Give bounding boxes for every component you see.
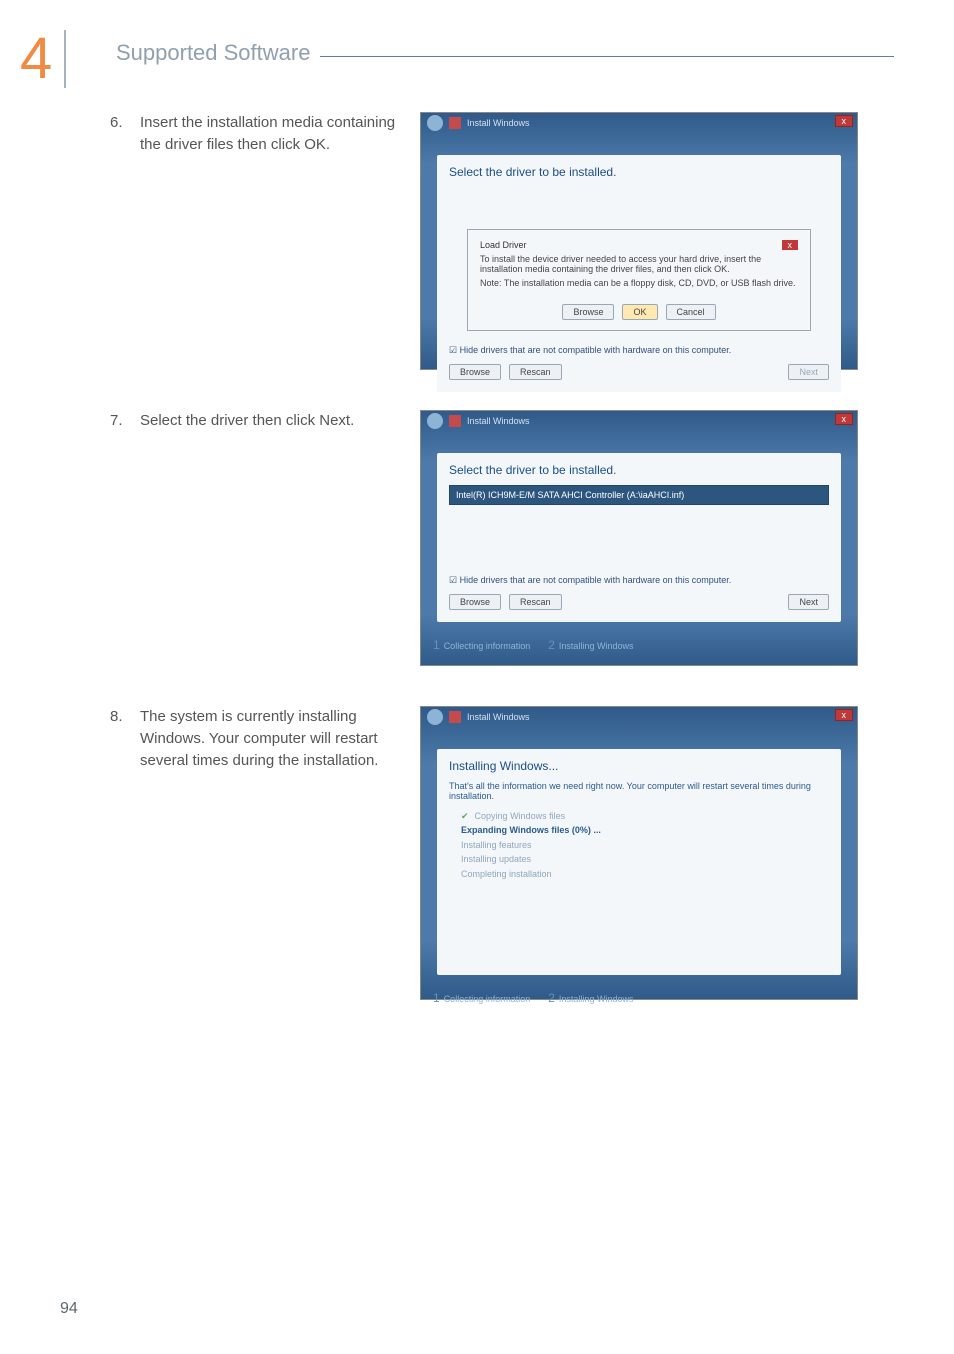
screenshot-step-6: Install Windows x Select the driver to b… [420,112,858,370]
footer-step1-8: Collecting information [444,994,531,1004]
window-titlebar-8: Install Windows x [421,707,857,727]
step-7-body: Select the driver then click Next. [140,410,400,432]
step-8: 8. The system is currently installing Wi… [110,706,894,1000]
app-icon [449,415,461,427]
panel-title-6: Select the driver to be installed. [449,165,829,179]
step-6-text: 6. Insert the installation media contain… [110,112,400,156]
back-icon [427,413,443,429]
wizard-footer-7: 1Collecting information 2Installing Wind… [421,634,857,658]
installing-subtitle: That's all the information we need right… [449,781,829,801]
step-8-number: 8. [110,706,128,771]
popup-line1: To install the device driver needed to a… [480,254,798,274]
section-divider [320,56,894,57]
main-panel-6: Select the driver to be installed. Load … [437,155,841,392]
footer-step1-7: Collecting information [444,641,531,651]
window-title-7: Install Windows [467,416,530,426]
progress-list: Copying Windows files Expanding Windows … [461,809,829,881]
driver-list-item[interactable]: Intel(R) ICH9M-E/M SATA AHCI Controller … [449,485,829,505]
step-8-text: 8. The system is currently installing Wi… [110,706,400,771]
page-number: 94 [60,1300,78,1318]
popup-title: Load Driver [480,240,527,250]
progress-features: Installing features [461,838,829,852]
close-icon[interactable]: x [835,709,854,721]
close-icon[interactable]: x [835,115,854,127]
progress-expanding: Expanding Windows files (0%) ... [461,823,829,837]
window-titlebar-7: Install Windows x [421,411,857,431]
section-title: Supported Software [116,40,310,66]
panel-title-7: Select the driver to be installed. [449,463,829,477]
screenshot-step-7: Install Windows x Select the driver to b… [420,410,858,666]
rescan-button-7[interactable]: Rescan [509,594,562,610]
window-title-8: Install Windows [467,712,530,722]
step-6-body: Insert the installation media containing… [140,112,400,156]
hide-drivers-checkbox-6[interactable]: ☑ Hide drivers that are not compatible w… [449,345,829,356]
rescan-button-6[interactable]: Rescan [509,364,562,380]
section-header: Supported Software [116,40,894,66]
popup-cancel-button[interactable]: Cancel [666,304,716,320]
step-7: 7. Select the driver then click Next. In… [110,410,894,666]
popup-ok-button[interactable]: OK [622,304,657,320]
popup-browse-button[interactable]: Browse [562,304,614,320]
window-titlebar-6: Install Windows x [421,113,857,133]
progress-updates: Installing updates [461,852,829,866]
step-6: 6. Insert the installation media contain… [110,112,894,370]
wizard-footer-8: 1Collecting information 2Installing Wind… [421,987,857,1011]
step-6-number: 6. [110,112,128,156]
footer-step2-8: Installing Windows [559,994,634,1004]
screenshot-step-8: Install Windows x Installing Windows... … [420,706,858,1000]
close-icon[interactable]: x [835,413,854,425]
next-button-6: Next [788,364,829,380]
next-button-7[interactable]: Next [788,594,829,610]
progress-copying: Copying Windows files [461,809,829,823]
footer-step2-7: Installing Windows [559,641,634,651]
back-icon [427,709,443,725]
step-8-body: The system is currently installing Windo… [140,706,400,771]
main-panel-7: Select the driver to be installed. Intel… [437,453,841,622]
popup-line2: Note: The installation media can be a fl… [480,278,798,288]
app-icon [449,117,461,129]
browse-button-6[interactable]: Browse [449,364,501,380]
installing-title: Installing Windows... [449,759,829,773]
load-driver-popup: Load Driver x To install the device driv… [467,229,811,331]
window-title-6: Install Windows [467,118,530,128]
chapter-number: 4 [20,30,66,88]
main-panel-8: Installing Windows... That's all the inf… [437,749,841,975]
step-7-text: 7. Select the driver then click Next. [110,410,400,432]
browse-button-7[interactable]: Browse [449,594,501,610]
hide-drivers-checkbox-7[interactable]: ☑ Hide drivers that are not compatible w… [449,575,829,586]
back-icon [427,115,443,131]
app-icon [449,711,461,723]
step-7-number: 7. [110,410,128,432]
popup-close-icon[interactable]: x [782,240,799,250]
progress-completing: Completing installation [461,867,829,881]
